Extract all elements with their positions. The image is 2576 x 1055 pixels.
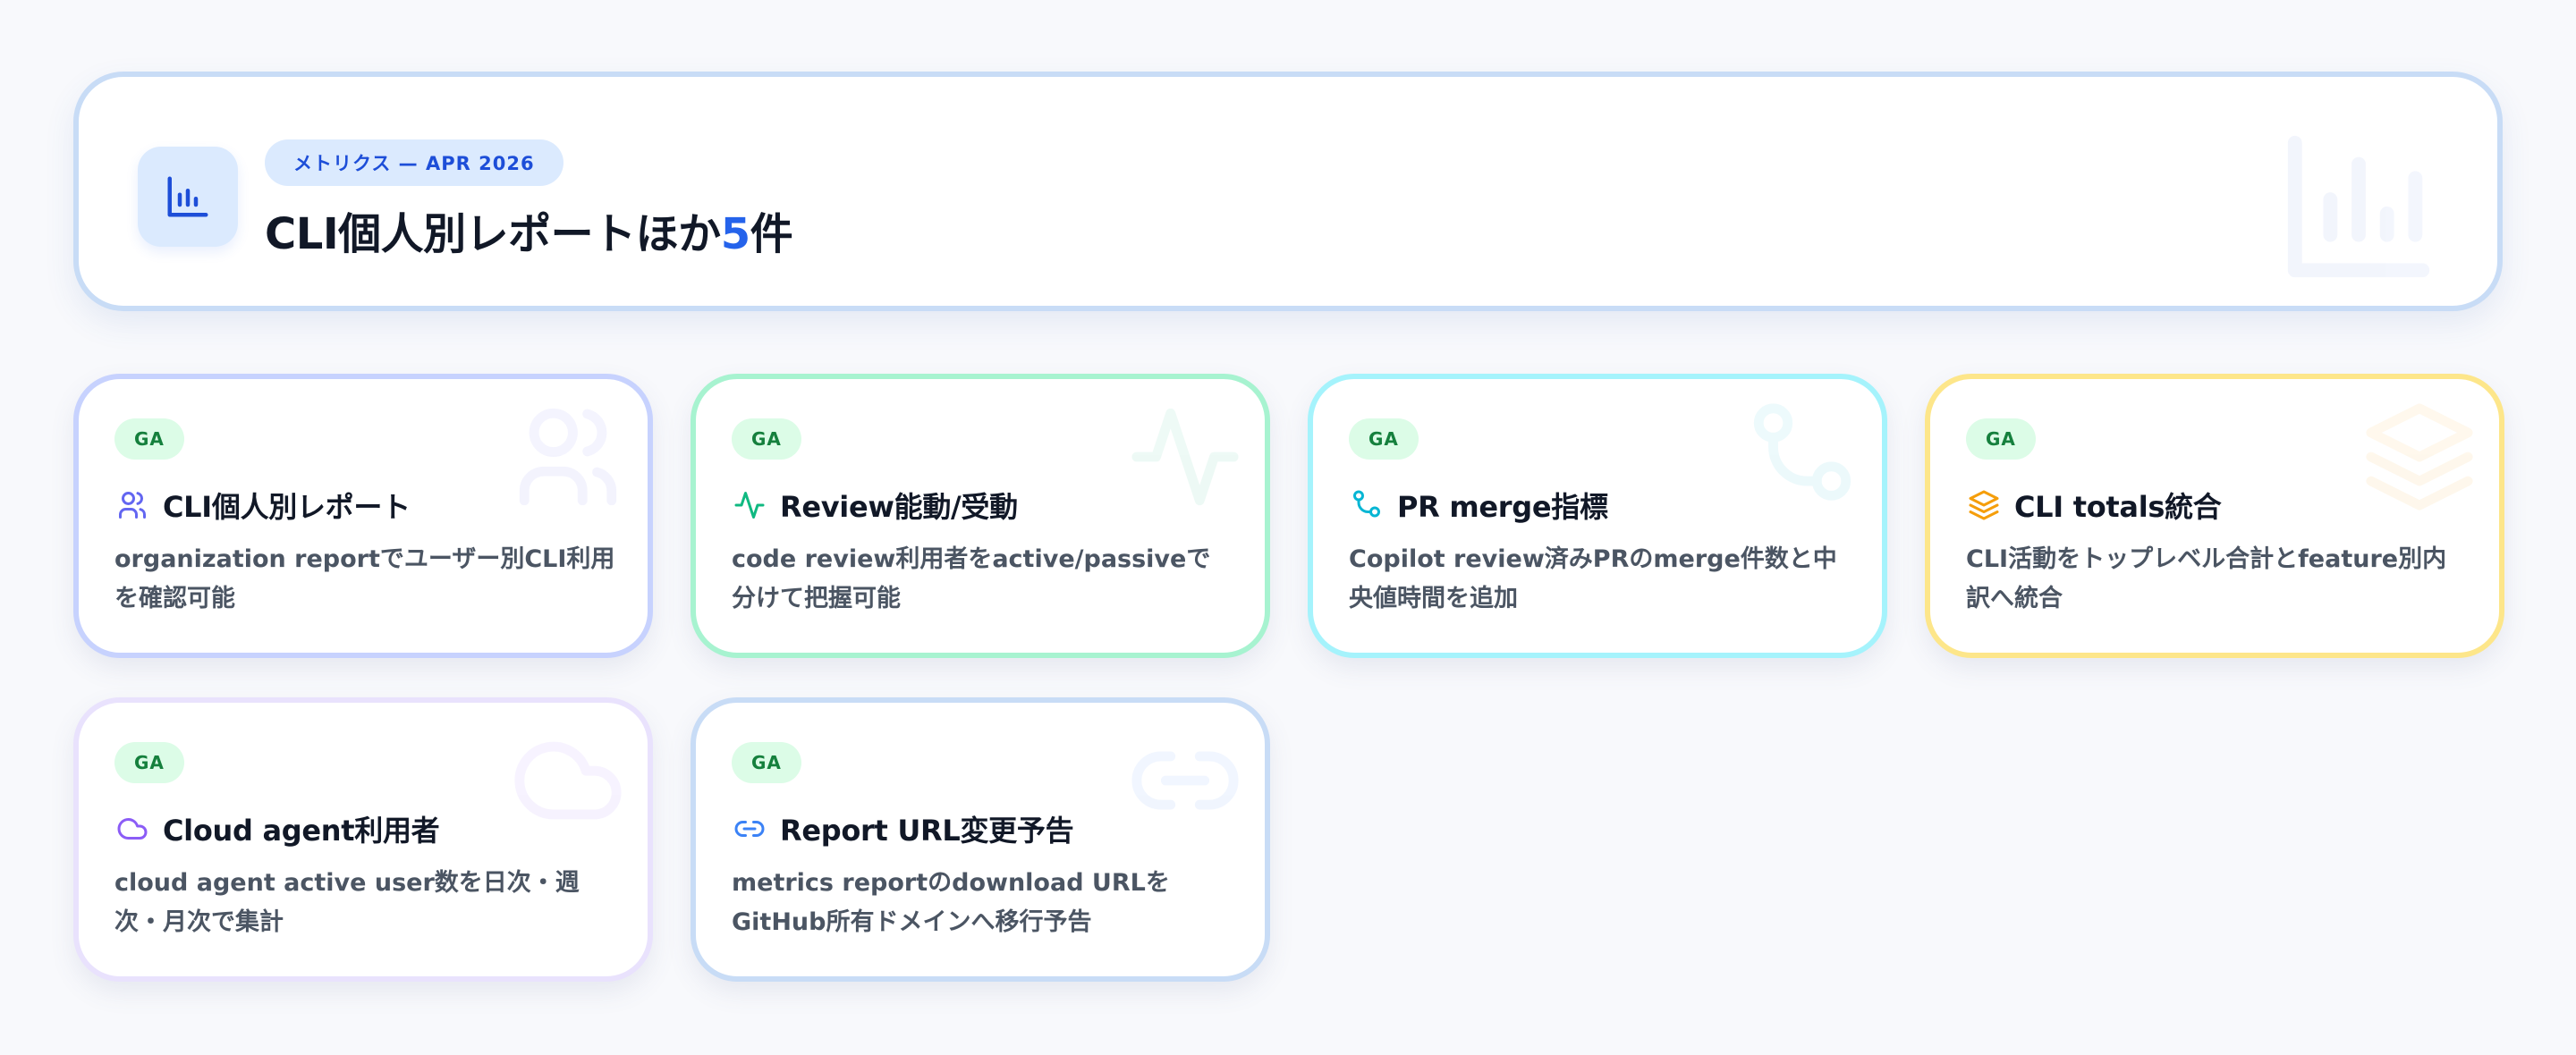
layers-icon (1966, 487, 2002, 523)
card-description: CLI活動をトップレベル合計とfeature別内訳へ統合 (1966, 545, 2447, 612)
card-title: Cloud agent利用者 (163, 814, 440, 848)
card-header: CLI totals統合 (1966, 485, 2222, 526)
card-header: Report URL変更予告 (732, 808, 1074, 849)
feature-card-cli-report: GA CLI個人別レポート organization reportでユーザー別C… (73, 374, 653, 658)
bar-chart-watermark-icon (2274, 122, 2444, 295)
ga-badge: GA (732, 418, 801, 460)
title-count: 5 (720, 209, 750, 259)
card-header: Review能動/受動 (732, 485, 1018, 526)
ga-badge: GA (1349, 418, 1419, 460)
header-card: メトリクス — APR 2026 CLI個人別レポートほか5件 (73, 72, 2503, 311)
ga-badge: GA (732, 742, 801, 783)
feature-card-report-url: GA Report URL変更予告 metrics reportのdownloa… (691, 697, 1270, 982)
activity-watermark-icon (1127, 399, 1243, 519)
ga-badge: GA (1966, 418, 2036, 460)
users-watermark-icon (510, 399, 626, 519)
feature-card-review: GA Review能動/受動 code review利用者をactive/pas… (691, 374, 1270, 658)
page-title: CLI個人別レポートほか5件 (265, 198, 793, 261)
link-icon (732, 811, 767, 847)
ga-badge: GA (114, 742, 184, 783)
card-description: cloud agent active user数を日次・週次・月次で集計 (114, 869, 580, 936)
users-icon (114, 487, 150, 523)
card-description: code review利用者をactive/passiveで分けて把握可能 (732, 545, 1211, 612)
layers-watermark-icon (2361, 399, 2478, 519)
card-description: organization reportでユーザー別CLI利用を確認可能 (114, 545, 615, 612)
activity-icon (732, 487, 767, 523)
card-description: metrics reportのdownload URLをGitHub所有ドメイン… (732, 869, 1170, 936)
card-header: Cloud agent利用者 (114, 808, 440, 849)
feature-card-cli-totals: GA CLI totals統合 CLI活動をトップレベル合計とfeature別内… (1925, 374, 2504, 658)
cloud-icon (114, 811, 150, 847)
ga-badge: GA (114, 418, 184, 460)
feature-card-pr-merge: GA PR merge指標 Copilot review済みPRのmerge件数… (1308, 374, 1887, 658)
title-prefix: CLI個人別レポートほか (265, 209, 721, 259)
git-merge-icon (1349, 487, 1385, 523)
header-pill: メトリクス — APR 2026 (265, 139, 564, 186)
link-watermark-icon (1127, 722, 1243, 842)
card-header: PR merge指標 (1349, 485, 1608, 526)
bar-chart-icon (138, 147, 238, 247)
card-title: CLI totals統合 (2014, 490, 2222, 524)
feature-card-cloud-agent: GA Cloud agent利用者 cloud agent active use… (73, 697, 653, 982)
title-suffix: 件 (750, 209, 793, 259)
card-title: PR merge指標 (1397, 490, 1608, 524)
card-header: CLI個人別レポート (114, 485, 411, 526)
card-title: Review能動/受動 (780, 490, 1018, 524)
cloud-watermark-icon (510, 722, 626, 842)
git-merge-watermark-icon (1744, 399, 1860, 519)
card-title: Report URL変更予告 (780, 814, 1074, 848)
card-title: CLI個人別レポート (163, 490, 411, 524)
card-description: Copilot review済みPRのmerge件数と中央値時間を追加 (1349, 545, 1837, 612)
